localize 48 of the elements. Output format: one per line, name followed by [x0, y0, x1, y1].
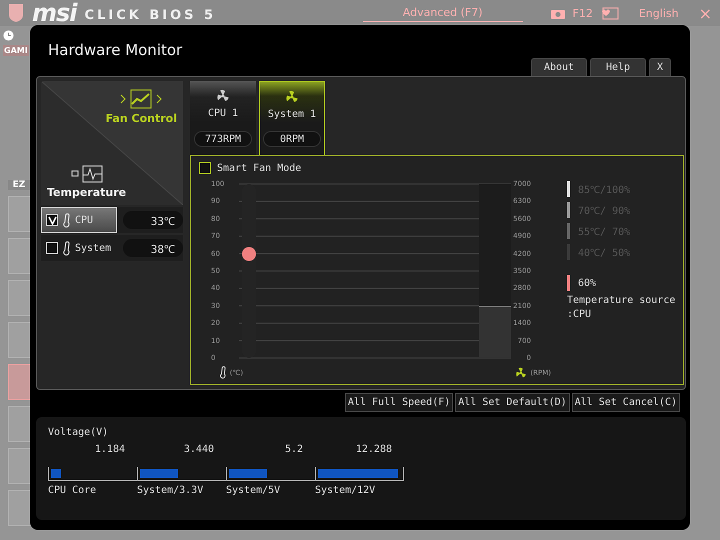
voltage-title: Voltage(V)	[48, 427, 110, 438]
voltage-label: System/12V	[315, 485, 376, 496]
fan-tab[interactable]: System 1 0RPM	[259, 81, 325, 155]
fan-tab[interactable]: CPU 1 773RPM	[190, 81, 256, 155]
temperature-source-label: Temperature source	[567, 295, 676, 306]
fan-speed-percent: 60%	[578, 278, 596, 288]
checkbox[interactable]	[199, 162, 211, 174]
brand-logo-text: msi	[32, 0, 77, 27]
temperature-source-value: :CPU	[567, 309, 592, 320]
sensor-item[interactable]: CPU	[41, 207, 117, 233]
fan-icon	[285, 90, 299, 104]
action-button[interactable]: All Set Cancel(C)	[572, 393, 680, 412]
voltage-value: 1.184	[94, 444, 126, 455]
smart-fan-checkbox[interactable]: Smart Fan Mode	[199, 162, 676, 174]
screenshot-key: F12	[572, 6, 593, 20]
sensor-item[interactable]: System	[41, 235, 117, 261]
action-button[interactable]: All Set Default(D)	[455, 393, 570, 412]
dialog-button[interactable]: Help	[590, 58, 646, 76]
clock-icon	[3, 30, 14, 41]
temperature-reading: 38℃	[123, 239, 183, 257]
dialog-title: Hardware Monitor	[47, 40, 182, 60]
fan-speed-reading: 773RPM	[194, 131, 252, 147]
voltage-label: System/5V	[226, 485, 280, 496]
voltage-value: 3.440	[184, 444, 215, 455]
dialog-button[interactable]: About	[531, 58, 587, 76]
voltage-label: CPU Core	[48, 485, 96, 496]
temperature-reading: 33℃	[123, 211, 183, 229]
checkbox[interactable]	[46, 242, 58, 254]
checkbox[interactable]	[46, 214, 58, 226]
fan-icon	[216, 89, 230, 103]
ez-mode-label: EZ	[8, 180, 30, 190]
line-chart-icon	[119, 89, 164, 109]
thermometer-icon	[219, 366, 227, 379]
mode-button[interactable]: Temperature	[47, 165, 126, 199]
thermometer-icon	[62, 212, 71, 228]
voltage-value: 12.288	[356, 444, 393, 455]
pulse-chart-icon	[70, 165, 103, 183]
thermometer-icon	[62, 240, 71, 256]
mode-button[interactable]: Fan Control	[106, 89, 177, 125]
fan-speed-reading: 0RPM	[263, 131, 321, 147]
game-boost-label: GAMI	[3, 45, 29, 56]
product-name: CLICK BIOS 5	[84, 8, 216, 22]
action-button[interactable]: All Full Speed(F)	[344, 393, 454, 412]
voltage-label: System/3.3V	[137, 485, 204, 496]
dialog-button[interactable]: X	[649, 58, 671, 76]
voltage-value: 5.2	[284, 444, 304, 455]
fan-icon	[515, 366, 528, 378]
curve-point-handle[interactable]	[242, 246, 256, 261]
